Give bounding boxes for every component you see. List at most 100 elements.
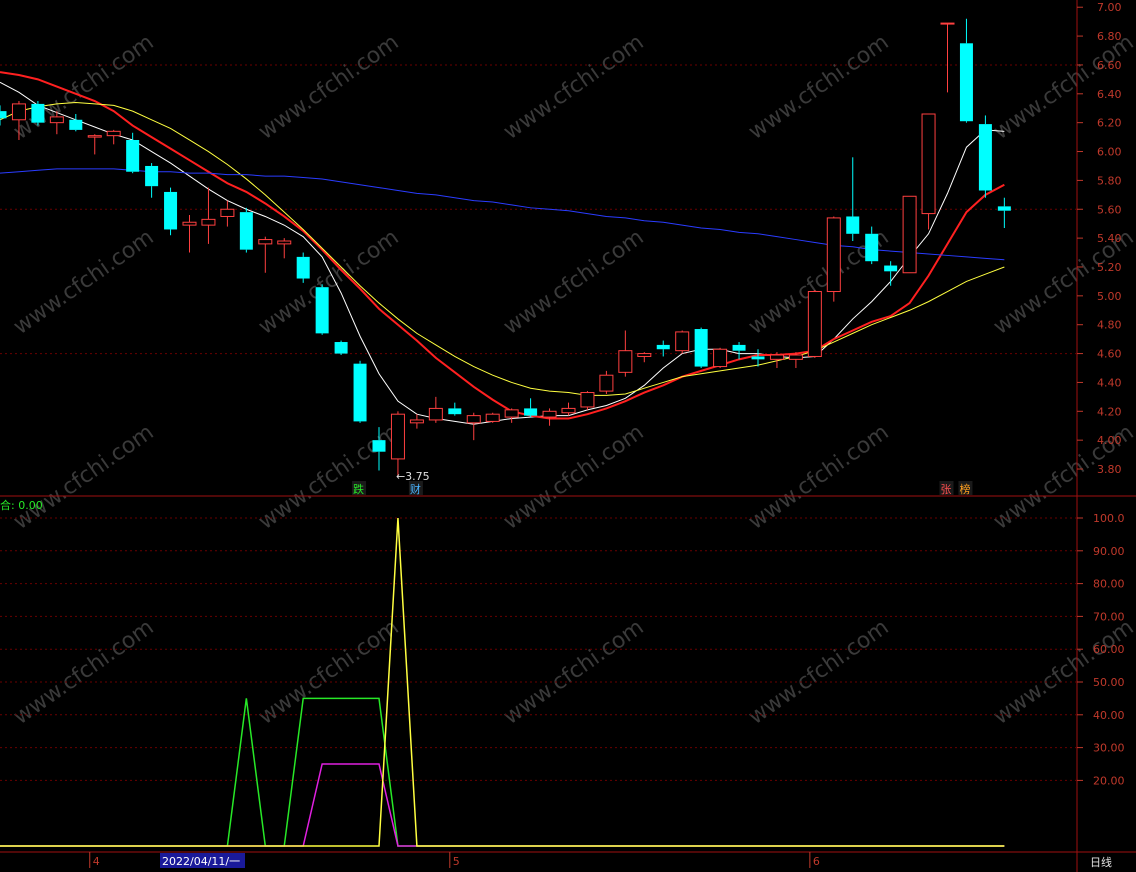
candle[interactable] bbox=[675, 330, 690, 354]
candle[interactable] bbox=[428, 396, 443, 423]
candle-body bbox=[145, 165, 159, 187]
price-tick-label: 6.20 bbox=[1097, 117, 1122, 130]
candle-body bbox=[732, 344, 746, 351]
price-tick-label: 5.40 bbox=[1097, 232, 1122, 245]
candle-body bbox=[865, 233, 879, 262]
candle[interactable] bbox=[258, 236, 273, 273]
candle[interactable] bbox=[902, 195, 917, 274]
candle-body bbox=[296, 256, 310, 279]
candle[interactable] bbox=[826, 216, 841, 302]
candle[interactable] bbox=[959, 18, 973, 123]
candle-body bbox=[485, 413, 500, 422]
event-mark[interactable]: 张 bbox=[941, 483, 952, 496]
candle[interactable] bbox=[390, 411, 405, 477]
candle-body bbox=[580, 392, 595, 408]
candle-body bbox=[334, 342, 348, 354]
event-marks[interactable]: ←3.75跌财张榜 bbox=[352, 470, 973, 496]
candle[interactable] bbox=[807, 290, 822, 358]
candle-body bbox=[315, 287, 329, 334]
candle[interactable] bbox=[409, 414, 424, 429]
price-tick-label: 5.20 bbox=[1097, 261, 1122, 274]
candle[interactable] bbox=[599, 370, 614, 394]
candle-body bbox=[940, 22, 955, 25]
indicator-title: 合: 0.00 bbox=[0, 498, 43, 512]
indicator-line bbox=[0, 763, 1005, 847]
candle[interactable] bbox=[524, 398, 538, 418]
indicator-tick-label: 40.00 bbox=[1093, 709, 1125, 722]
period-label[interactable]: 日线 bbox=[1090, 855, 1112, 869]
candle[interactable] bbox=[694, 327, 708, 369]
price-tick-label: 6.40 bbox=[1097, 88, 1122, 101]
candle[interactable] bbox=[145, 163, 159, 198]
candle[interactable] bbox=[656, 340, 670, 357]
price-tick-label: 3.80 bbox=[1097, 463, 1122, 476]
candle[interactable] bbox=[846, 157, 860, 242]
event-mark[interactable]: 跌 bbox=[353, 482, 364, 496]
indicator-tick-label: 30.00 bbox=[1093, 742, 1125, 755]
candle[interactable] bbox=[997, 197, 1011, 229]
candle[interactable] bbox=[921, 113, 936, 230]
price-tick-label: 5.80 bbox=[1097, 174, 1122, 187]
candle[interactable] bbox=[334, 340, 348, 356]
candle-body bbox=[69, 119, 83, 130]
candle[interactable] bbox=[0, 105, 7, 126]
candle[interactable] bbox=[31, 101, 45, 126]
candle-body bbox=[846, 216, 860, 234]
candle-body bbox=[409, 419, 424, 424]
candle-body bbox=[997, 206, 1011, 211]
watermark-text: www.cfchi.com bbox=[744, 30, 893, 145]
event-mark[interactable]: 财 bbox=[410, 482, 421, 496]
price-tick-label: 4.80 bbox=[1097, 319, 1122, 332]
candle[interactable] bbox=[315, 284, 329, 335]
price-tick-label: 4.20 bbox=[1097, 405, 1122, 418]
watermark-text: www.cfchi.com bbox=[499, 225, 648, 340]
candle-body bbox=[258, 239, 273, 245]
candle[interactable] bbox=[884, 261, 898, 286]
watermark-text: www.cfchi.com bbox=[499, 30, 648, 145]
watermark-text: www.cfchi.com bbox=[254, 225, 403, 340]
candle[interactable] bbox=[353, 360, 367, 423]
candle-body bbox=[978, 124, 992, 191]
candle-body bbox=[675, 331, 690, 352]
candle[interactable] bbox=[580, 391, 595, 410]
candle[interactable] bbox=[220, 200, 235, 227]
candle[interactable] bbox=[448, 402, 462, 416]
candle[interactable] bbox=[504, 408, 519, 423]
candle[interactable] bbox=[940, 22, 955, 93]
candle[interactable] bbox=[561, 402, 576, 416]
candle[interactable] bbox=[164, 187, 178, 236]
candle-body bbox=[87, 135, 102, 138]
candle[interactable] bbox=[978, 115, 992, 198]
watermark-text: www.cfchi.com bbox=[499, 615, 648, 730]
candle[interactable] bbox=[277, 238, 292, 259]
candle[interactable] bbox=[713, 347, 728, 369]
price-tick-label: 6.80 bbox=[1097, 30, 1122, 43]
candle[interactable] bbox=[106, 129, 121, 145]
candle[interactable] bbox=[201, 187, 216, 244]
candle-body bbox=[220, 208, 235, 217]
candle-body bbox=[524, 408, 538, 416]
candle[interactable] bbox=[69, 114, 83, 132]
candle[interactable] bbox=[485, 412, 500, 423]
candle[interactable] bbox=[732, 342, 746, 360]
candle[interactable] bbox=[239, 207, 253, 253]
candle-body bbox=[807, 291, 822, 357]
candle-body bbox=[921, 113, 936, 215]
candle[interactable] bbox=[618, 330, 633, 377]
watermark-text: www.cfchi.com bbox=[9, 615, 158, 730]
candle-body bbox=[31, 103, 45, 123]
event-mark[interactable]: 榜 bbox=[959, 482, 970, 496]
watermark-text: www.cfchi.com bbox=[9, 225, 158, 340]
candle[interactable] bbox=[296, 252, 310, 283]
candle[interactable] bbox=[637, 352, 652, 363]
candle-body bbox=[826, 217, 841, 293]
candle[interactable] bbox=[466, 412, 481, 441]
kline-chart[interactable]: www.cfchi.com www.cfchi.com www.cfchi.com w… bbox=[0, 0, 1136, 872]
candle[interactable] bbox=[87, 134, 102, 155]
price-tick-label: 7.00 bbox=[1097, 1, 1122, 14]
candle[interactable] bbox=[542, 408, 557, 426]
watermark-text: www.cfchi.com bbox=[254, 30, 403, 145]
candle-body bbox=[542, 410, 557, 418]
candle[interactable] bbox=[182, 215, 197, 253]
candle-body bbox=[713, 348, 728, 368]
